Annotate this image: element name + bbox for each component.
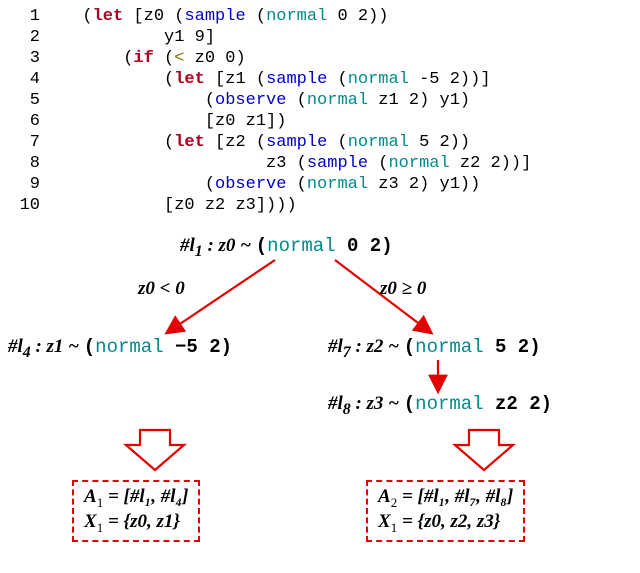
execution-tree: #l1 : z0 ~ (normal 0 2) z0 < 0 z0 ≥ 0 #l… xyxy=(0,220,640,573)
tree-left-leaf: #l4 : z1 ~ (normal −5 2) xyxy=(8,336,232,362)
line-number: 10 xyxy=(0,195,62,216)
line-content: (let [z0 (sample (normal 0 2)) xyxy=(62,6,389,27)
set-a2: A2 = [#l₁, #l₇, #l₈] X1 = {z0, z2, z3} xyxy=(366,480,525,542)
line-content: (let [z2 (sample (normal 5 2)) xyxy=(62,132,470,153)
line-number: 5 xyxy=(0,90,62,111)
cond-right: z0 ≥ 0 xyxy=(380,278,426,300)
line-content: (observe (normal z1 2) y1) xyxy=(62,90,470,111)
line-number: 4 xyxy=(0,69,62,90)
code-line: 3 (if (< z0 0) xyxy=(0,48,640,69)
cond-left: z0 < 0 xyxy=(138,278,185,300)
line-content: [z0 z1]) xyxy=(62,111,286,132)
line-content: z3 (sample (normal z2 2))] xyxy=(62,153,531,174)
code-line: 9 (observe (normal z3 2) y1)) xyxy=(0,174,640,195)
code-line: 2 y1 9] xyxy=(0,27,640,48)
page-root: 1 (let [z0 (sample (normal 0 2))2 y1 9]3… xyxy=(0,0,640,573)
line-number: 1 xyxy=(0,6,62,27)
line-content: (if (< z0 0) xyxy=(62,48,246,69)
line-content: y1 9] xyxy=(62,27,215,48)
code-line: 7 (let [z2 (sample (normal 5 2)) xyxy=(0,132,640,153)
line-content: (observe (normal z3 2) y1)) xyxy=(62,174,480,195)
line-number: 8 xyxy=(0,153,62,174)
code-line: 5 (observe (normal z1 2) y1) xyxy=(0,90,640,111)
line-number: 6 xyxy=(0,111,62,132)
code-line: 1 (let [z0 (sample (normal 0 2)) xyxy=(0,6,640,27)
line-number: 9 xyxy=(0,174,62,195)
code-line: 6 [z0 z1]) xyxy=(0,111,640,132)
set-a1: A1 = [#l₁, #l₄] X1 = {z0, z1} xyxy=(72,480,200,542)
line-content: [z0 z2 z3]))) xyxy=(62,195,297,216)
code-line: 4 (let [z1 (sample (normal -5 2))] xyxy=(0,69,640,90)
code-line: 8 z3 (sample (normal z2 2))] xyxy=(0,153,640,174)
tree-right-lower: #l8 : z3 ~ (normal z2 2) xyxy=(328,393,552,419)
code-line: 10 [z0 z2 z3]))) xyxy=(0,195,640,216)
line-number: 2 xyxy=(0,27,62,48)
line-content: (let [z1 (sample (normal -5 2))] xyxy=(62,69,491,90)
tree-right-upper: #l7 : z2 ~ (normal 5 2) xyxy=(328,336,541,362)
tree-root: #l1 : z0 ~ (normal 0 2) xyxy=(180,235,393,261)
line-number: 3 xyxy=(0,48,62,69)
line-number: 7 xyxy=(0,132,62,153)
code-listing: 1 (let [z0 (sample (normal 0 2))2 y1 9]3… xyxy=(0,6,640,216)
